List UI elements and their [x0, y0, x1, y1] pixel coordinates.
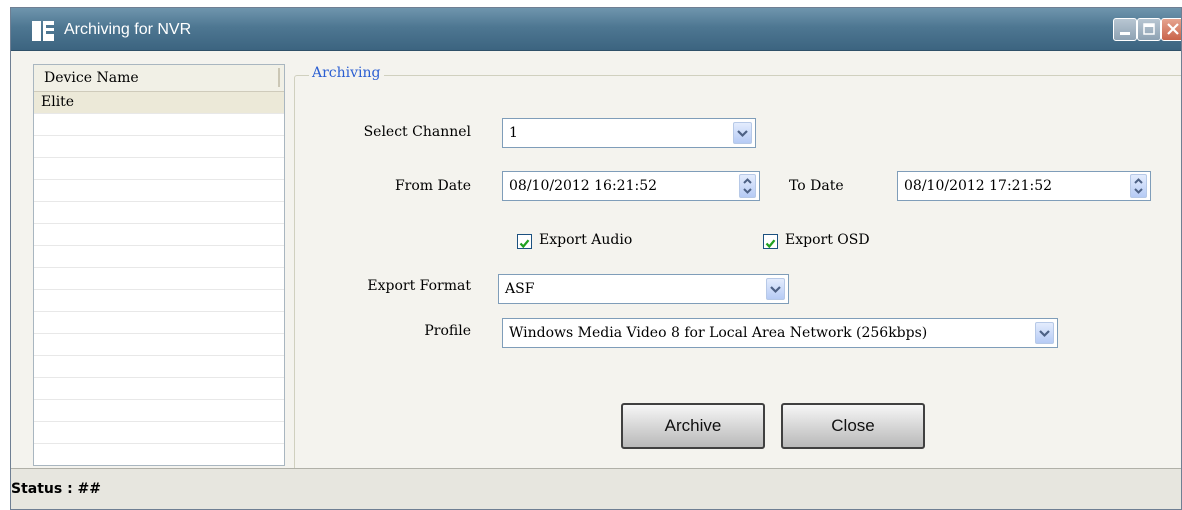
list-item[interactable]: Elite: [34, 92, 284, 114]
list-row-empty: [34, 312, 284, 334]
check-icon: [519, 239, 530, 249]
check-icon: [765, 239, 776, 249]
list-row-empty: [34, 180, 284, 202]
list-row-empty: [34, 422, 284, 444]
to-date-field[interactable]: 08/10/2012 17:21:52: [897, 171, 1151, 201]
maximize-icon[interactable]: [1137, 18, 1161, 41]
export-format-select[interactable]: ASF: [498, 274, 789, 304]
export-format-label: Export Format: [367, 278, 471, 294]
from-date-label: From Date: [394, 178, 471, 194]
to-date-value: 08/10/2012 17:21:52: [904, 178, 1053, 194]
list-row-empty: [34, 334, 284, 356]
close-icon[interactable]: [1161, 18, 1181, 41]
list-row-empty: [34, 444, 284, 465]
status-text: Status : ##: [11, 481, 102, 497]
archive-button[interactable]: Archive: [621, 403, 765, 449]
export-audio-checkbox[interactable]: [517, 234, 532, 249]
to-date-label: To Date: [789, 178, 844, 194]
from-date-value: 08/10/2012 16:21:52: [509, 178, 658, 194]
select-channel-label: Select Channel: [363, 124, 471, 140]
device-name-column-header: Device Name: [44, 70, 139, 86]
minimize-icon[interactable]: [1113, 18, 1137, 41]
list-row-empty: [34, 136, 284, 158]
list-row-empty: [34, 158, 284, 180]
list-row-empty: [34, 378, 284, 400]
archiving-window: Archiving for NVR Device Name Elite Arch…: [10, 7, 1182, 510]
list-row-empty: [34, 290, 284, 312]
export-format-value: ASF: [505, 281, 535, 297]
chevron-down-icon[interactable]: [1035, 322, 1054, 344]
from-date-field[interactable]: 08/10/2012 16:21:52: [502, 171, 760, 201]
status-bar: Status : ##: [11, 468, 1181, 509]
close-button[interactable]: Close: [781, 403, 925, 449]
nvr-app-icon: [32, 21, 54, 41]
profile-label: Profile: [424, 323, 471, 339]
list-row-empty: [34, 356, 284, 378]
list-row-empty: [34, 114, 284, 136]
list-row-empty: [34, 400, 284, 422]
spin-up-down-icon[interactable]: [739, 174, 756, 198]
export-audio-label[interactable]: Export Audio: [539, 232, 632, 248]
export-osd-label[interactable]: Export OSD: [785, 232, 870, 248]
device-list-header[interactable]: Device Name: [34, 65, 284, 92]
column-separator[interactable]: [278, 68, 280, 87]
spin-up-down-icon[interactable]: [1130, 174, 1147, 198]
title-bar[interactable]: Archiving for NVR: [11, 8, 1181, 51]
list-row-empty: [34, 246, 284, 268]
chevron-down-icon[interactable]: [766, 278, 785, 300]
list-row-empty: [34, 268, 284, 290]
profile-select[interactable]: Windows Media Video 8 for Local Area Net…: [502, 318, 1058, 348]
archiving-group-title: Archiving: [309, 65, 384, 81]
window-title: Archiving for NVR: [64, 21, 192, 38]
export-osd-checkbox[interactable]: [763, 234, 778, 249]
list-row-empty: [34, 202, 284, 224]
profile-value: Windows Media Video 8 for Local Area Net…: [509, 325, 928, 341]
channel-select[interactable]: 1: [502, 118, 756, 148]
device-list[interactable]: Device Name Elite: [33, 64, 285, 466]
list-row-empty: [34, 224, 284, 246]
channel-select-value: 1: [509, 125, 518, 141]
chevron-down-icon[interactable]: [733, 122, 752, 144]
